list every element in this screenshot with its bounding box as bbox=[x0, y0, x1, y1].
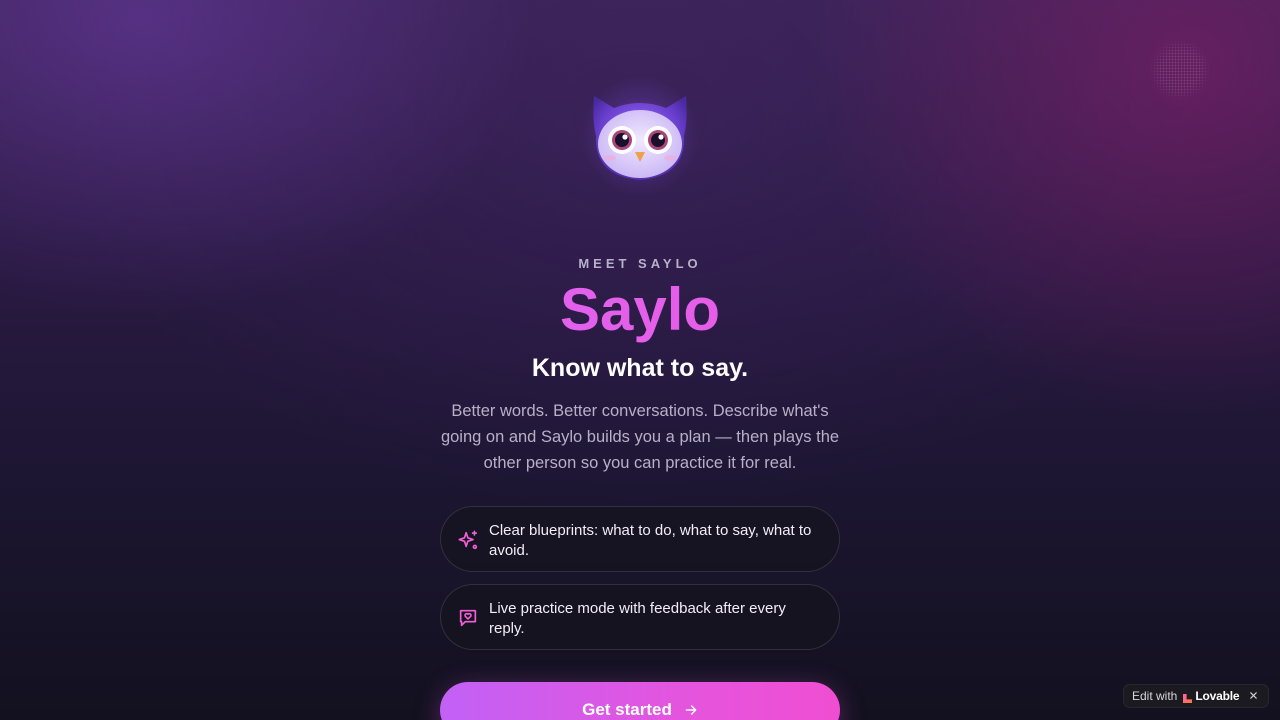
tagline: Know what to say. bbox=[531, 354, 749, 382]
get-started-label: Get started bbox=[582, 700, 672, 719]
sparkles-icon bbox=[457, 529, 479, 551]
brand-title: Saylo bbox=[0, 276, 1280, 344]
message-heart-icon bbox=[457, 607, 479, 629]
badge-brand-name: Lovable bbox=[1195, 689, 1240, 703]
close-icon[interactable] bbox=[1247, 689, 1260, 702]
arrow-right-icon bbox=[684, 702, 698, 720]
feature-text: Live practice mode with feedback after e… bbox=[489, 600, 786, 637]
owl-mascot bbox=[570, 76, 710, 196]
feature-card-practice: Live practice mode with feedback after e… bbox=[440, 584, 840, 650]
landing-page: MEET SAYLO Saylo Know what to say. Bette… bbox=[0, 0, 1280, 720]
hero-description: Better words. Better conversations. Desc… bbox=[440, 402, 840, 472]
eyebrow-label: MEET SAYLO bbox=[578, 256, 702, 271]
feature-card-blueprints: Clear blueprints: what to do, what to sa… bbox=[440, 506, 840, 572]
decorative-speckle bbox=[1150, 40, 1210, 100]
badge-edit-label: Edit with bbox=[1132, 689, 1178, 703]
get-started-button[interactable]: Get started bbox=[440, 682, 840, 720]
feature-text: Clear blueprints: what to do, what to sa… bbox=[489, 522, 812, 559]
owl-icon bbox=[593, 96, 687, 180]
edit-with-lovable-badge[interactable]: Edit with Lovable bbox=[1123, 684, 1269, 708]
lovable-logo-icon bbox=[1183, 692, 1193, 703]
